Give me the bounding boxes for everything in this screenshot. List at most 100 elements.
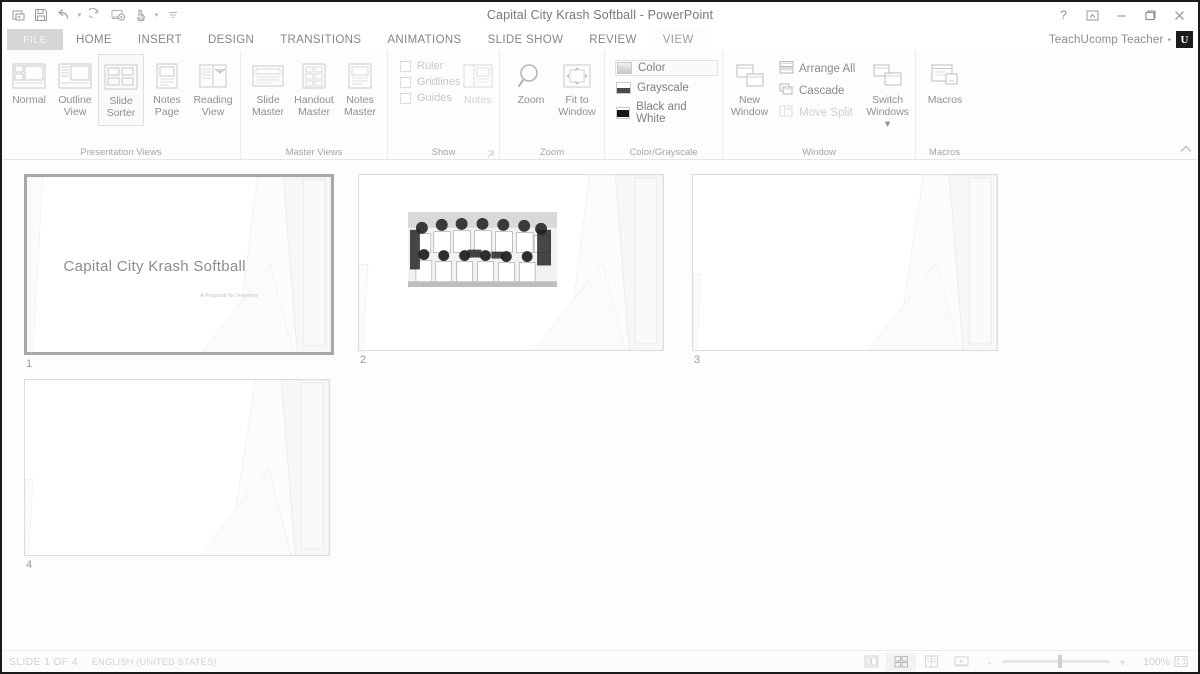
redo-icon[interactable]: [86, 5, 106, 25]
slide-sorter-workspace[interactable]: Capital City Krash Softball A Proposal f…: [2, 160, 1198, 650]
arrange-all-icon: [779, 60, 794, 78]
language-indicator[interactable]: ENGLISH (UNITED STATES): [92, 657, 217, 667]
collapse-ribbon-icon[interactable]: [1180, 145, 1192, 157]
slide-show-button[interactable]: [946, 653, 976, 671]
checkbox-ruler[interactable]: Ruler: [400, 60, 460, 72]
slide-master-label: Slide: [256, 94, 280, 106]
slide-number-1: 1: [26, 358, 33, 370]
slide-sorter-view-button[interactable]: [886, 652, 916, 671]
undo-dropdown-caret-icon[interactable]: ▾: [75, 5, 84, 25]
tab-home[interactable]: HOME: [63, 29, 125, 50]
reading-view-icon: [196, 58, 230, 94]
zoom-percentage[interactable]: 100%: [1136, 656, 1170, 668]
group-label-color-grayscale: Color/Grayscale: [629, 147, 698, 158]
tab-animations[interactable]: ANIMATIONS: [374, 29, 474, 50]
undo-icon[interactable]: [53, 5, 73, 25]
reading-view-button[interactable]: [916, 653, 946, 671]
ribbon-display-options-icon[interactable]: [1078, 3, 1107, 27]
checkbox-gridlines[interactable]: Gridlines: [400, 76, 460, 88]
slide-thumbnail-3[interactable]: 3: [692, 174, 1012, 370]
question-mark-icon[interactable]: ?: [1049, 3, 1078, 27]
zoom-slider-handle[interactable]: [1058, 655, 1062, 668]
slide-thumbnail-4[interactable]: 4: [24, 379, 344, 571]
slide-master-button[interactable]: Slide Master: [245, 54, 291, 126]
checkbox-guides[interactable]: Guides: [400, 92, 460, 104]
new-window-label2: Window: [730, 106, 769, 118]
tab-view[interactable]: VIEW: [649, 29, 707, 50]
slide-sorter-button[interactable]: Slide Sorter: [98, 54, 144, 126]
slide-thumbnail-2-surface[interactable]: [358, 174, 664, 351]
outline-view-label2: View: [63, 106, 87, 118]
notes-button[interactable]: Notes: [460, 54, 495, 126]
switch-windows-caret-icon[interactable]: ▾: [885, 118, 890, 130]
autosave-sync-icon[interactable]: [9, 5, 29, 25]
guides-checkbox-icon[interactable]: [400, 92, 411, 104]
touch-mode-dropdown-caret-icon[interactable]: ▾: [152, 5, 161, 25]
cascade-button[interactable]: Cascade: [776, 81, 858, 101]
normal-view-button[interactable]: [856, 653, 886, 671]
fit-to-window-icon: [561, 58, 593, 94]
slide-master-label2: Master: [251, 106, 285, 118]
quick-access-toolbar: ▾ ▾: [2, 5, 183, 25]
ribbon-group-show: Ruler Gridlines Guides Notes Show: [387, 50, 499, 160]
tab-file[interactable]: FILE: [7, 29, 63, 50]
tab-slide-show[interactable]: SLIDE SHOW: [475, 29, 577, 50]
close-icon[interactable]: [1165, 3, 1194, 27]
color-option[interactable]: Color: [615, 60, 718, 76]
handout-master-button[interactable]: Handout Master: [291, 54, 337, 126]
account-dropdown-caret-icon[interactable]: ▾: [1167, 36, 1171, 44]
fit-slide-to-window-icon[interactable]: [1170, 653, 1192, 671]
zoom-button[interactable]: Zoom: [508, 54, 554, 126]
title-bar: ▾ ▾ Capital City Krash Softball - PowerP…: [2, 2, 1198, 28]
fit-to-window-button[interactable]: Fit to Window: [554, 54, 600, 126]
slide-thumbnail-2[interactable]: 2: [358, 174, 678, 370]
ribbon-group-zoom: Zoom Fit to Window Zoom: [499, 50, 604, 160]
black-and-white-option[interactable]: Black and White: [615, 100, 718, 126]
zoom-slider[interactable]: - +: [976, 655, 1136, 669]
tab-review[interactable]: REVIEW: [576, 29, 649, 50]
restore-icon[interactable]: [1136, 3, 1165, 27]
gridlines-checkbox-icon[interactable]: [400, 76, 411, 88]
account-name[interactable]: TeachUcomp Teacher: [1049, 34, 1164, 46]
notes-page-label2: Page: [154, 106, 180, 118]
outline-view-button[interactable]: Outline View: [52, 54, 98, 126]
switch-windows-button[interactable]: Switch Windows ▾: [864, 54, 911, 130]
fit-to-window-label: Fit to: [565, 94, 589, 106]
fit-to-window-label2: Window: [558, 106, 596, 118]
slide-thumbnail-1[interactable]: Capital City Krash Softball A Proposal f…: [24, 174, 344, 370]
save-icon[interactable]: [31, 5, 51, 25]
grayscale-option[interactable]: Grayscale: [615, 81, 718, 95]
slide-indicator[interactable]: SLIDE 1 OF 4: [9, 656, 78, 668]
touch-mode-icon[interactable]: [130, 5, 150, 25]
start-from-beginning-icon[interactable]: [108, 5, 128, 25]
minimize-icon[interactable]: [1107, 3, 1136, 27]
customize-quick-access-toolbar-icon[interactable]: [163, 5, 183, 25]
tab-transitions[interactable]: TRANSITIONS: [267, 29, 374, 50]
normal-view-button[interactable]: Normal: [6, 54, 52, 126]
reading-view-button[interactable]: Reading View: [190, 54, 236, 126]
macros-button[interactable]: Macros: [922, 54, 968, 126]
zoom-out-button[interactable]: -: [984, 655, 995, 669]
reading-view-label2: View: [201, 106, 225, 118]
zoom-in-button[interactable]: +: [1117, 655, 1128, 669]
zoom-track[interactable]: [1002, 655, 1110, 668]
arrange-all-button[interactable]: Arrange All: [776, 59, 858, 79]
notes-page-button[interactable]: Notes Page: [144, 54, 190, 126]
account-logo[interactable]: U: [1176, 31, 1193, 48]
slide-thumbnail-4-surface[interactable]: [24, 379, 330, 556]
ruler-checkbox-icon[interactable]: [400, 60, 411, 72]
grayscale-swatch-icon: [616, 82, 631, 94]
gridlines-label: Gridlines: [417, 76, 461, 88]
tab-design[interactable]: DESIGN: [195, 29, 267, 50]
tab-insert[interactable]: INSERT: [125, 29, 195, 50]
zoom-magnifier-icon: [516, 58, 546, 94]
notes-button-label: Notes: [463, 94, 492, 106]
guides-label: Guides: [417, 92, 452, 104]
show-dialog-launcher-icon[interactable]: [486, 149, 495, 158]
slide-thumbnail-1-surface[interactable]: Capital City Krash Softball A Proposal f…: [24, 174, 334, 355]
move-split-button[interactable]: Move Split: [776, 103, 858, 123]
notes-master-button[interactable]: Notes Master: [337, 54, 383, 126]
new-window-button[interactable]: New Window: [727, 54, 772, 126]
status-bar: SLIDE 1 OF 4 ENGLISH (UNITED STATES) - +: [2, 650, 1198, 672]
slide-thumbnail-3-surface[interactable]: [692, 174, 998, 351]
